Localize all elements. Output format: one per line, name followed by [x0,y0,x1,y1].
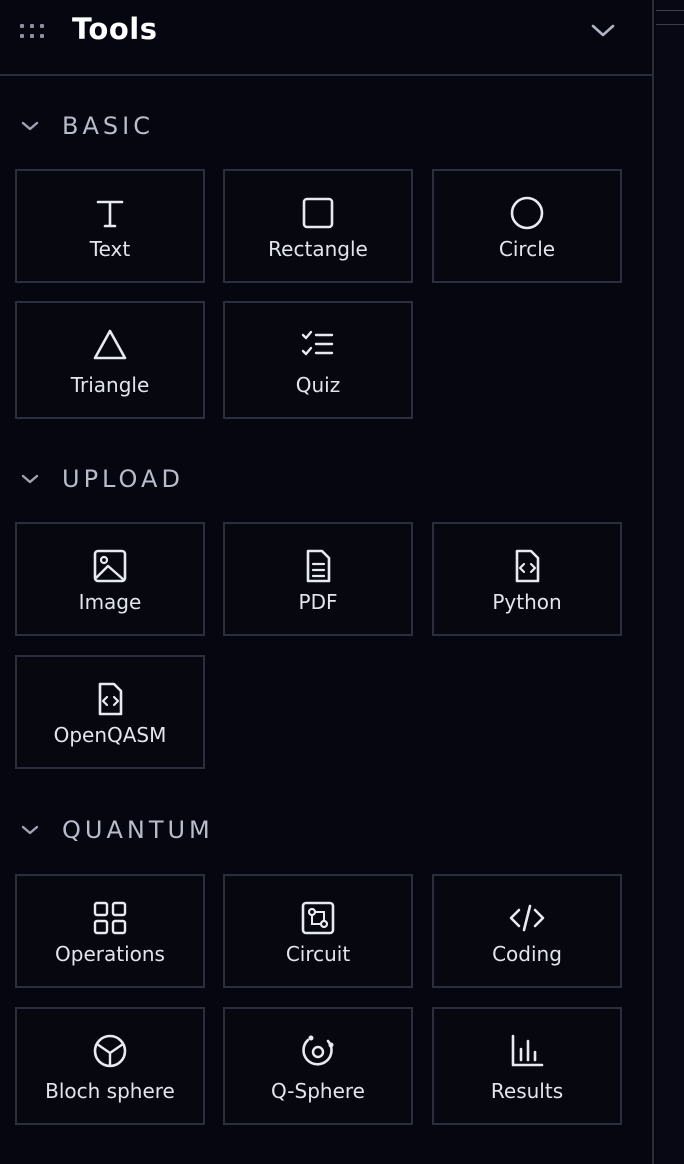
code-icon [507,898,547,938]
tool-label: Circle [498,237,556,261]
section-label: BASIC [62,112,154,140]
tool-label: Rectangle [268,237,368,261]
tool-operations[interactable]: Operations [15,874,205,988]
tool-triangle[interactable]: Triangle [15,301,205,419]
document-icon [298,546,338,586]
grid-icon [90,898,130,938]
side-gutter [656,0,684,1164]
circle-icon [507,193,547,233]
tool-label: Results [490,1079,564,1103]
tool-results[interactable]: Results [432,1007,622,1125]
code-file-icon [90,679,130,719]
tool-pdf[interactable]: PDF [223,522,413,636]
drag-handle-icon[interactable] [20,24,48,40]
chevron-down-icon [21,474,39,484]
tool-q-sphere[interactable]: Q-Sphere [223,1007,413,1125]
q-sphere-icon [298,1031,338,1071]
tool-quiz[interactable]: Quiz [223,301,413,419]
tool-openqasm[interactable]: OpenQASM [15,655,205,769]
tool-coding[interactable]: Coding [432,874,622,988]
section-label: QUANTUM [62,816,214,844]
tool-label: Quiz [295,373,341,397]
triangle-icon [90,325,130,365]
tool-label: PDF [298,590,338,614]
code-file-icon [507,546,547,586]
tool-label: Q-Sphere [271,1079,365,1103]
tool-label: Text [89,237,131,261]
tool-text[interactable]: Text [15,169,205,283]
tool-label: Image [78,590,142,614]
section-label: UPLOAD [62,465,184,493]
tool-label: Operations [55,942,165,966]
tool-circle[interactable]: Circle [432,169,622,283]
bar-chart-icon [507,1031,547,1071]
tool-label: Triangle [70,373,150,397]
bloch-sphere-icon [90,1031,130,1071]
tools-panel: Tools BASIC Text Rectangle Circle Triang… [0,0,654,1164]
chevron-down-icon [21,121,39,131]
section-basic-toggle[interactable]: BASIC [20,110,154,142]
tool-label: OpenQASM [53,723,167,747]
section-quantum-toggle[interactable]: QUANTUM [20,814,214,846]
tool-label: Coding [492,942,562,966]
panel-title: Tools [72,12,158,46]
tool-python[interactable]: Python [432,522,622,636]
circuit-icon [298,898,338,938]
tool-label: Bloch sphere [45,1079,175,1103]
image-icon [90,546,130,586]
section-upload-toggle[interactable]: UPLOAD [20,463,184,495]
text-icon [90,193,130,233]
tool-bloch-sphere[interactable]: Bloch sphere [15,1007,205,1125]
tool-circuit[interactable]: Circuit [223,874,413,988]
checklist-icon [298,325,338,365]
tool-label: Python [492,590,562,614]
chevron-down-icon[interactable] [590,22,616,40]
tool-rectangle[interactable]: Rectangle [223,169,413,283]
panel-header: Tools [0,0,652,76]
tool-image[interactable]: Image [15,522,205,636]
rectangle-icon [298,193,338,233]
chevron-down-icon [21,825,39,835]
tool-label: Circuit [285,942,351,966]
